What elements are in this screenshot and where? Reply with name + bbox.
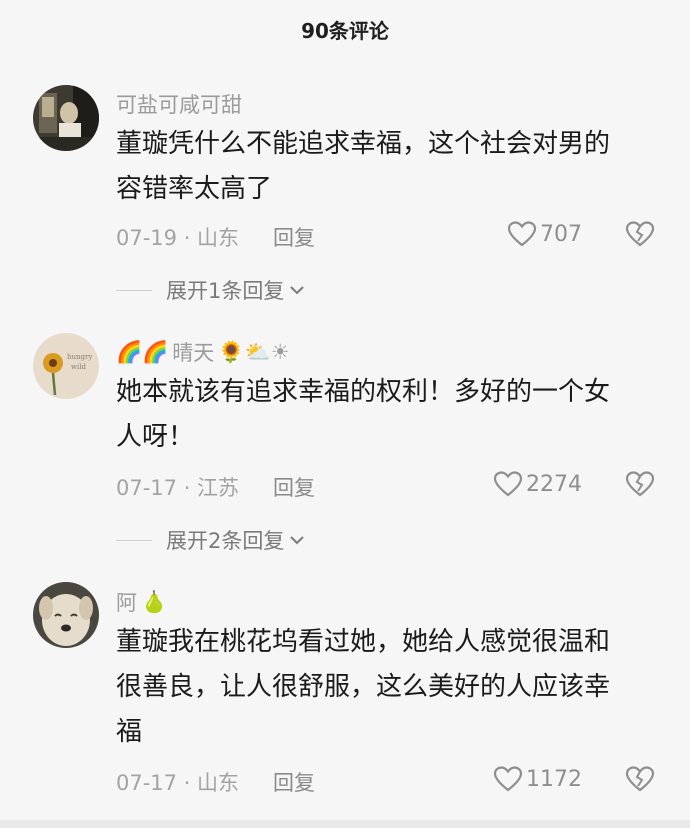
broken-heart-icon: [625, 766, 655, 792]
divider-line: [116, 539, 152, 541]
like-button[interactable]: 707: [507, 220, 582, 248]
reply-button[interactable]: 回复: [273, 472, 315, 502]
username-emoji-suffix: 🌻⛅☀: [218, 339, 290, 364]
dislike-button[interactable]: [625, 220, 655, 252]
comment-meta: 07-19 · 山东 回复: [116, 222, 315, 252]
comment-date-location: 07-17 · 山东: [116, 771, 240, 795]
heart-outline-icon: [493, 471, 523, 497]
avatar[interactable]: [33, 582, 99, 648]
username[interactable]: 阿 🍐: [116, 587, 167, 617]
expand-replies-button[interactable]: 展开1条回复: [116, 275, 306, 305]
bottom-divider: [0, 820, 690, 828]
expand-replies-button[interactable]: 展开2条回复: [116, 525, 306, 555]
username-emoji-prefix: 🌈🌈: [116, 339, 169, 364]
avatar[interactable]: hungry wild: [33, 333, 99, 399]
heart-outline-icon: [507, 221, 537, 247]
like-count: 2274: [526, 471, 582, 497]
comments-header: 90条评论: [0, 0, 690, 58]
svg-text:hungry: hungry: [67, 353, 92, 361]
broken-heart-icon: [625, 221, 655, 247]
chevron-down-icon: [290, 286, 305, 295]
comment-meta: 07-17 · 江苏 回复: [116, 472, 315, 502]
username[interactable]: 🌈🌈 晴天 🌻⛅☀: [116, 337, 289, 367]
comment-meta: 07-17 · 山东 回复: [116, 767, 315, 797]
comment-text: 她本就该有追求幸福的权利！多好的一个女 人呀！: [116, 377, 611, 452]
username-emoji-suffix: 🍐: [141, 589, 168, 614]
dislike-button[interactable]: [625, 765, 655, 797]
username[interactable]: 可盐可咸可甜: [116, 89, 242, 119]
comments-count-title: 90条评论: [301, 18, 389, 43]
like-count: 1172: [526, 766, 582, 792]
svg-text:wild: wild: [71, 363, 86, 371]
broken-heart-icon: [625, 471, 655, 497]
comment-text: 董璇我在桃花坞看过她，她给人感觉很温和 很善良，让人很舒服，这么美好的人应该幸 …: [116, 627, 611, 747]
heart-outline-icon: [493, 766, 523, 792]
reply-button[interactable]: 回复: [273, 222, 315, 252]
avatar[interactable]: [33, 85, 99, 151]
comment-date-location: 07-19 · 山东: [116, 226, 240, 250]
divider-line: [116, 289, 152, 291]
reply-button[interactable]: 回复: [273, 767, 315, 797]
chevron-down-icon: [290, 536, 305, 545]
like-button[interactable]: 2274: [493, 470, 582, 498]
dislike-button[interactable]: [625, 470, 655, 502]
comment-date-location: 07-17 · 江苏: [116, 476, 240, 500]
comment-text: 董璇凭什么不能追求幸福，这个社会对男的 容错率太高了: [116, 129, 611, 204]
like-button[interactable]: 1172: [493, 765, 582, 793]
like-count: 707: [540, 221, 582, 247]
